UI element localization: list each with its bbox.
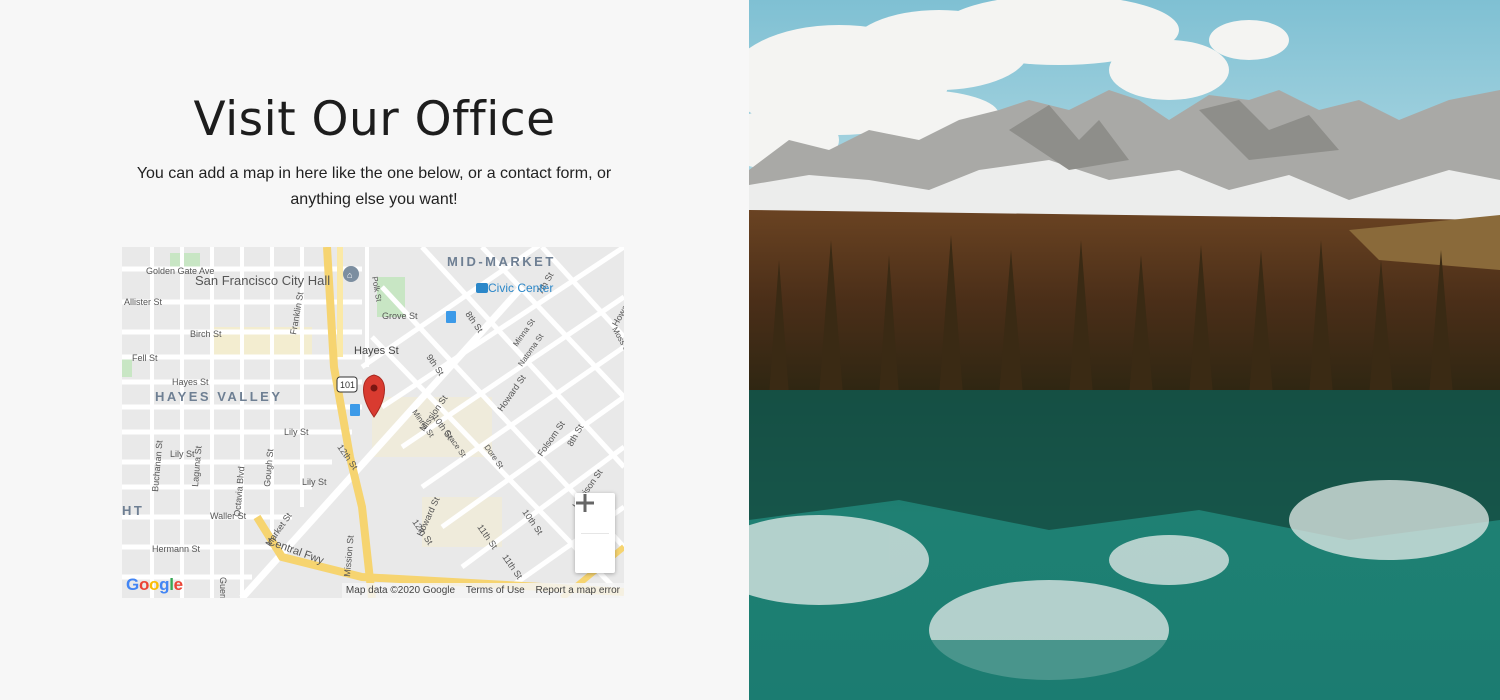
svg-text:Lily St: Lily St: [302, 477, 327, 487]
mountain-lake-image: [749, 0, 1500, 700]
page-title: Visit Our Office: [193, 92, 556, 147]
minus-icon: [576, 501, 594, 505]
landscape-photo: [749, 0, 1500, 700]
google-logo[interactable]: Google: [126, 575, 183, 595]
map-data-credit: Map data ©2020 Google: [345, 585, 456, 596]
section-description: You can add a map in here like the one b…: [136, 165, 612, 208]
svg-text:Fell St: Fell St: [132, 353, 158, 363]
zoom-controls: [575, 493, 615, 573]
terms-of-use-link[interactable]: Terms of Use: [466, 585, 525, 596]
map-canvas[interactable]: Golden Gate Ave Allister St Birch St Fel…: [122, 247, 624, 598]
svg-text:Hayes St: Hayes St: [354, 345, 399, 357]
svg-text:⌂: ⌂: [347, 270, 352, 280]
district-label-mid-market: MID-MARKET: [447, 254, 556, 269]
svg-text:HT: HT: [122, 503, 144, 518]
map-attribution: Map data ©2020 Google Terms of Use Repor…: [341, 583, 624, 598]
street-label: Allister St: [124, 297, 163, 307]
svg-text:Lily St: Lily St: [170, 449, 195, 459]
svg-text:Hayes St: Hayes St: [172, 377, 209, 387]
zoom-out-button[interactable]: [575, 501, 615, 574]
office-section: Visit Our Office You can add a map in he…: [0, 0, 749, 700]
embedded-map[interactable]: Golden Gate Ave Allister St Birch St Fel…: [122, 247, 624, 598]
svg-text:Guerrero: Guerrero: [218, 577, 228, 598]
highway-shield: 101: [340, 380, 355, 390]
svg-text:Birch St: Birch St: [190, 329, 222, 339]
svg-text:Grove St: Grove St: [382, 311, 418, 321]
place-label-civic-center: Civic Center: [488, 281, 553, 295]
district-label-hayes-valley: HAYES VALLEY: [155, 389, 283, 404]
svg-text:Lily St: Lily St: [284, 427, 309, 437]
place-label-city-hall: San Francisco City Hall: [195, 273, 330, 288]
report-map-error-link[interactable]: Report a map error: [536, 585, 620, 596]
svg-text:Hermann St: Hermann St: [152, 544, 201, 554]
